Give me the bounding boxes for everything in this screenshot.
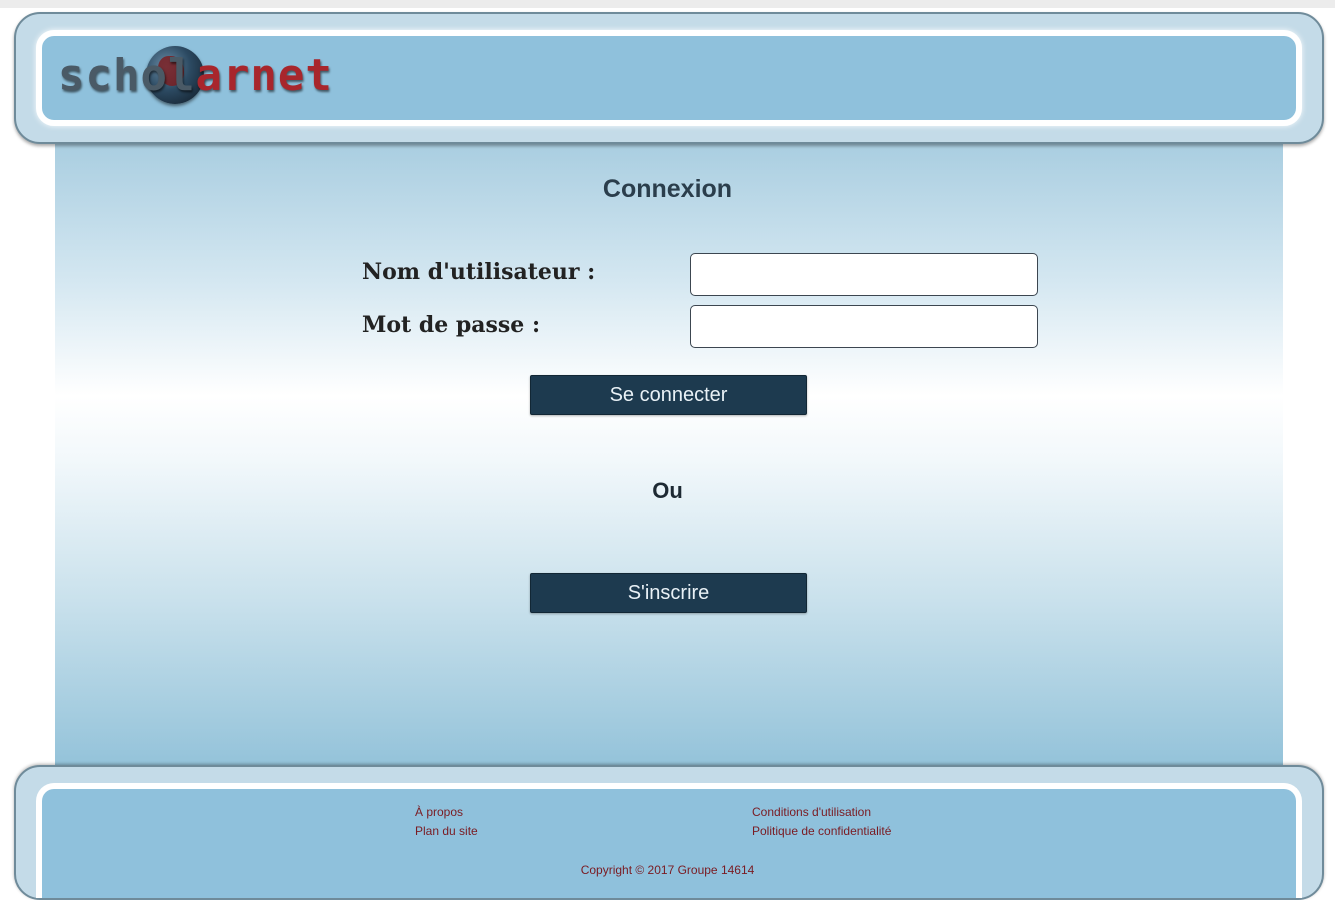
browser-top-strip	[0, 0, 1335, 8]
username-label: Nom d'utilisateur :	[362, 259, 596, 285]
site-header: scholarnet	[14, 12, 1324, 144]
password-field[interactable]	[690, 305, 1038, 348]
footer-inner-panel	[36, 783, 1302, 898]
logo-text-part1: schol	[58, 50, 196, 101]
logo-text: scholarnet	[58, 52, 333, 100]
footer-link-sitemap[interactable]: Plan du site	[415, 824, 478, 838]
login-title: Connexion	[602, 175, 733, 203]
header-inner-panel: scholarnet	[36, 30, 1302, 126]
footer-link-privacy[interactable]: Politique de confidentialité	[752, 824, 891, 838]
login-button[interactable]: Se connecter	[530, 375, 807, 415]
password-label: Mot de passe :	[362, 312, 541, 338]
logo-text-part2: arnet	[195, 50, 333, 101]
username-field[interactable]	[690, 253, 1038, 296]
site-footer	[14, 765, 1324, 900]
footer-link-terms[interactable]: Conditions d'utilisation	[752, 805, 871, 819]
main-content-panel	[55, 140, 1283, 780]
or-separator: Ou	[652, 478, 683, 503]
signup-button[interactable]: S'inscrire	[530, 573, 807, 613]
footer-link-about[interactable]: À propos	[415, 805, 463, 819]
scholarnet-logo[interactable]: scholarnet	[58, 46, 332, 110]
copyright-text: Copyright © 2017 Groupe 14614	[580, 863, 755, 877]
